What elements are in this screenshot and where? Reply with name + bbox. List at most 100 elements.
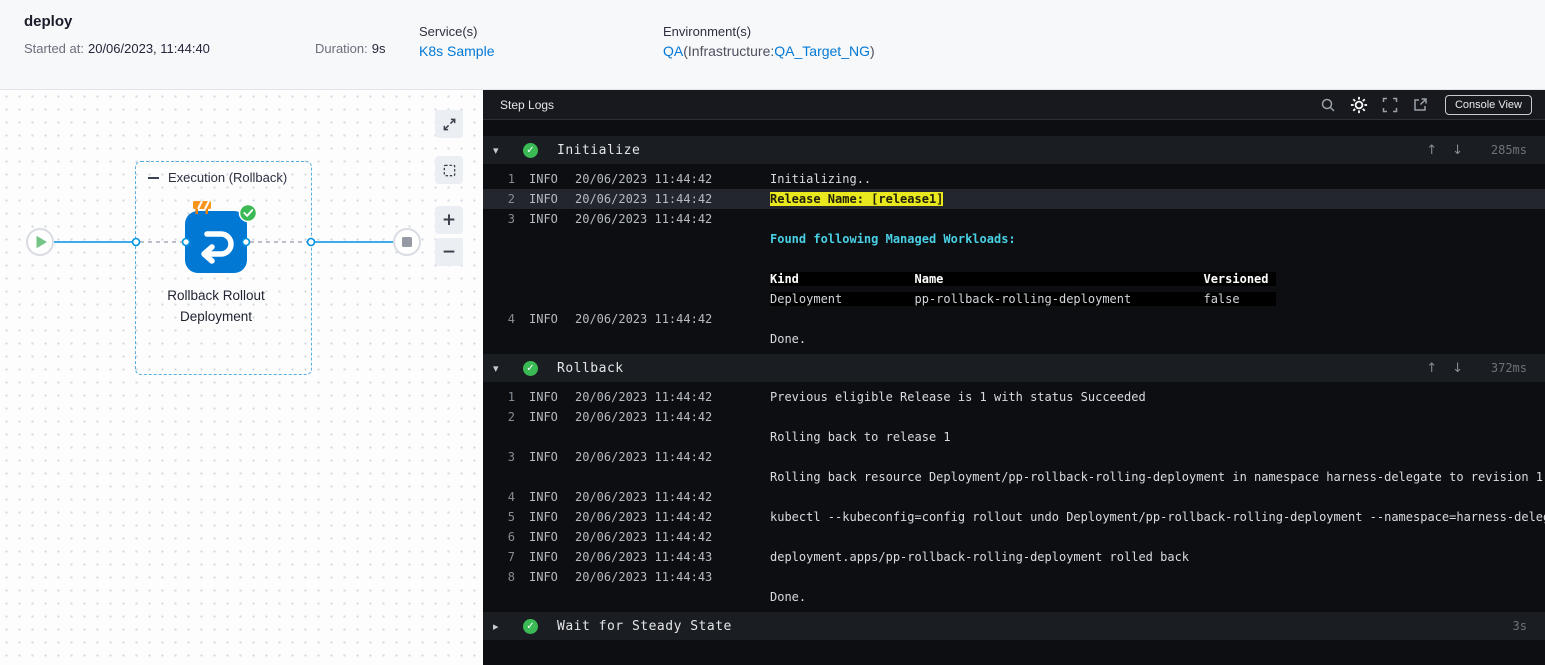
log-level: INFO [529,510,558,524]
log-body: ▾ ✓ Initialize ↑ ↓ 285ms 1 INFO 20/06/2023 11:44… [483,120,1545,665]
log-row: Rolling back to release 1 [483,427,1545,447]
log-section-header[interactable]: ▾ ✓ Rollback ↑ ↓ 372ms [483,354,1545,382]
log-message-text: Done. [770,590,807,604]
open-in-new-tab-icon[interactable] [1412,97,1428,113]
stop-icon [402,237,412,247]
log-message [770,407,1545,427]
fullscreen-icon[interactable] [1382,97,1398,113]
edge-point[interactable] [306,237,316,247]
infrastructure-link[interactable]: QA_Target_NG [774,43,870,59]
log-message [770,567,1545,587]
expand-canvas-icon[interactable] [435,110,463,138]
log-section-header[interactable]: ▸ ✓ Wait for Steady State 3s [483,612,1545,640]
line-number: 2 [507,192,515,206]
step-node-label: Rollback Rollout Deployment [167,288,265,324]
marquee-select-icon[interactable] [435,156,463,184]
edge-point[interactable] [131,237,141,247]
step-logs-panel: Step Logs Console View ▾ ✓ Initialize ↑ … [483,90,1545,665]
line-number: 6 [507,530,515,544]
line-number: 2 [507,410,515,424]
log-level: INFO [529,450,558,464]
log-timestamp [575,249,770,269]
log-message-text: Found following Managed Workloads: [770,232,1016,246]
zoom-out-icon[interactable]: − [435,238,463,266]
log-message: Found following Managed Workloads: [770,229,1545,249]
log-timestamp [575,427,770,447]
log-row: 4 INFO 20/06/2023 11:44:42 [483,309,1545,329]
log-level: INFO [529,390,558,404]
log-level: INFO [529,570,558,584]
log-row: Kind Name Versioned [483,269,1545,289]
service-link[interactable]: K8s Sample [419,43,494,59]
log-message: Previous eligible Release is 1 with stat… [770,387,1545,407]
log-level [529,427,575,447]
scroll-to-top-icon[interactable]: ↑ [1426,143,1437,158]
log-timestamp [575,329,770,349]
section-log-lines: 1 INFO 20/06/2023 11:44:42 Initializing.. 2 I… [483,164,1545,354]
section-title: Initialize [557,142,641,158]
zoom-in-icon[interactable]: + [435,206,463,234]
line-number [491,329,515,349]
log-timestamp: 20/06/2023 11:44:42 [575,510,713,524]
scroll-to-bottom-icon[interactable]: ↓ [1452,143,1463,158]
line-number [491,427,515,447]
line-number: 3 [507,212,515,226]
scroll-to-bottom-icon[interactable]: ↓ [1452,361,1463,376]
log-level: INFO [529,172,558,186]
chevron-down-icon[interactable]: ▾ [493,362,511,375]
section-log-lines: 1 INFO 20/06/2023 11:44:42 Previous eligibl… [483,382,1545,612]
log-row: 1 INFO 20/06/2023 11:44:42 Previous eligibl… [483,387,1545,407]
log-level [529,467,575,487]
line-number [491,467,515,487]
log-message-text: Rolling back resource Deployment/pp-roll… [770,470,1544,484]
log-level: INFO [529,212,558,226]
line-number [491,229,515,249]
log-row: 3 INFO 20/06/2023 11:44:42 [483,209,1545,229]
console-view-button[interactable]: Console View [1444,94,1532,115]
infrastructure-suffix: ) [869,43,875,59]
section-success-check-icon: ✓ [523,618,538,634]
log-timestamp [575,587,770,607]
log-message-text: Kind Name Versioned [770,272,1276,286]
line-number: 1 [507,390,515,404]
section-title: Wait for Steady State [557,618,732,634]
log-row: Deployment pp-rollback-rolling-deploymen… [483,289,1545,309]
line-number: 3 [507,450,515,464]
chevron-right-icon[interactable]: ▸ [493,620,511,633]
environment-value: QA(Infrastructure:QA_Target_NG) [663,43,875,59]
log-level [529,229,575,249]
log-row: 8 INFO 20/06/2023 11:44:43 [483,567,1545,587]
log-message-text: Release Name: [release1] [770,192,944,206]
step-node-rollback-rollout-deployment[interactable] [185,200,258,273]
environments-label: Environment(s) [663,24,752,39]
log-timestamp: 20/06/2023 11:44:43 [575,570,713,584]
log-message: Rolling back to release 1 [770,427,1545,447]
edge-point[interactable] [241,237,251,247]
started-at-value: 20/06/2023, 11:44:40 [87,41,210,56]
log-message-text: kubectl --kubeconfig=config rollout undo… [770,510,1545,524]
environment-link[interactable]: QA [663,43,683,59]
section-title: Rollback [557,360,624,376]
success-check-icon [238,203,258,223]
section-success-check-icon: ✓ [523,360,538,376]
log-timestamp: 20/06/2023 11:44:42 [575,172,713,186]
log-row: Rolling back resource Deployment/pp-roll… [483,467,1545,487]
chevron-down-icon[interactable]: ▾ [493,144,511,157]
console-toolbar: Step Logs Console View [483,90,1545,120]
log-section-header[interactable]: ▾ ✓ Initialize ↑ ↓ 285ms [483,136,1545,164]
log-message: Deployment pp-rollback-rolling-deploymen… [770,289,1545,309]
log-message-text: Previous eligible Release is 1 with stat… [770,390,1146,404]
duration-value: 9s [371,41,386,56]
scroll-to-top-icon[interactable]: ↑ [1426,361,1437,376]
line-number [491,249,515,269]
edge-point[interactable] [181,237,191,247]
log-message [770,249,1545,269]
settings-gear-icon[interactable] [1350,96,1368,114]
search-icon[interactable] [1320,97,1336,113]
log-message-text: Done. [770,332,807,346]
log-timestamp [575,229,770,249]
log-message [770,209,1545,229]
log-level [529,249,575,269]
log-row: 1 INFO 20/06/2023 11:44:42 Initializing.. [483,169,1545,189]
line-number: 1 [507,172,515,186]
